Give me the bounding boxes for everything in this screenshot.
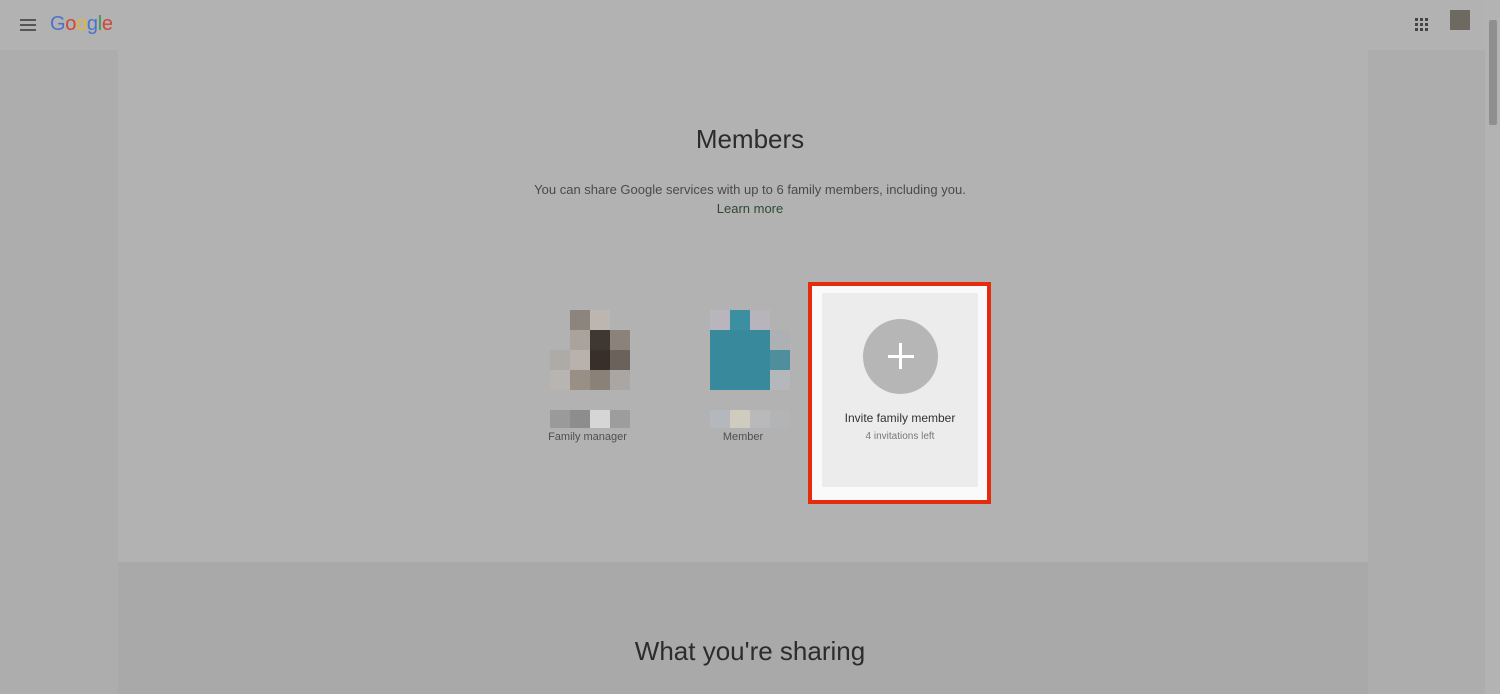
sharing-section <box>118 562 1368 694</box>
member-role-label: Family manager <box>548 431 627 443</box>
hamburger-menu-icon[interactable] <box>20 19 36 31</box>
google-logo[interactable]: Google <box>50 13 113 36</box>
members-description: You can share Google services with up to… <box>534 182 966 197</box>
redacted-name <box>550 410 570 428</box>
apps-grid-icon[interactable] <box>1415 18 1429 32</box>
members-title: Members <box>695 124 805 154</box>
invite-label: Invite family member <box>844 411 956 425</box>
logo-letter: o <box>76 13 87 35</box>
account-avatar[interactable] <box>1450 10 1470 30</box>
scrollbar-thumb[interactable] <box>1489 20 1497 125</box>
pixelated-avatar <box>570 310 590 330</box>
redacted-name <box>710 410 730 428</box>
logo-letter: o <box>65 13 77 35</box>
learn-more-link[interactable]: Learn more <box>0 201 1500 216</box>
member-role-label: Member <box>722 431 764 443</box>
invitations-left-label: 4 invitations left <box>865 431 935 442</box>
top-app-bar: Google <box>0 0 1500 50</box>
sharing-title: What you're sharing <box>634 636 866 666</box>
pixelated-avatar <box>730 310 750 330</box>
logo-letter: G <box>50 13 66 35</box>
logo-letter: g <box>86 13 98 35</box>
logo-letter: e <box>101 13 113 35</box>
